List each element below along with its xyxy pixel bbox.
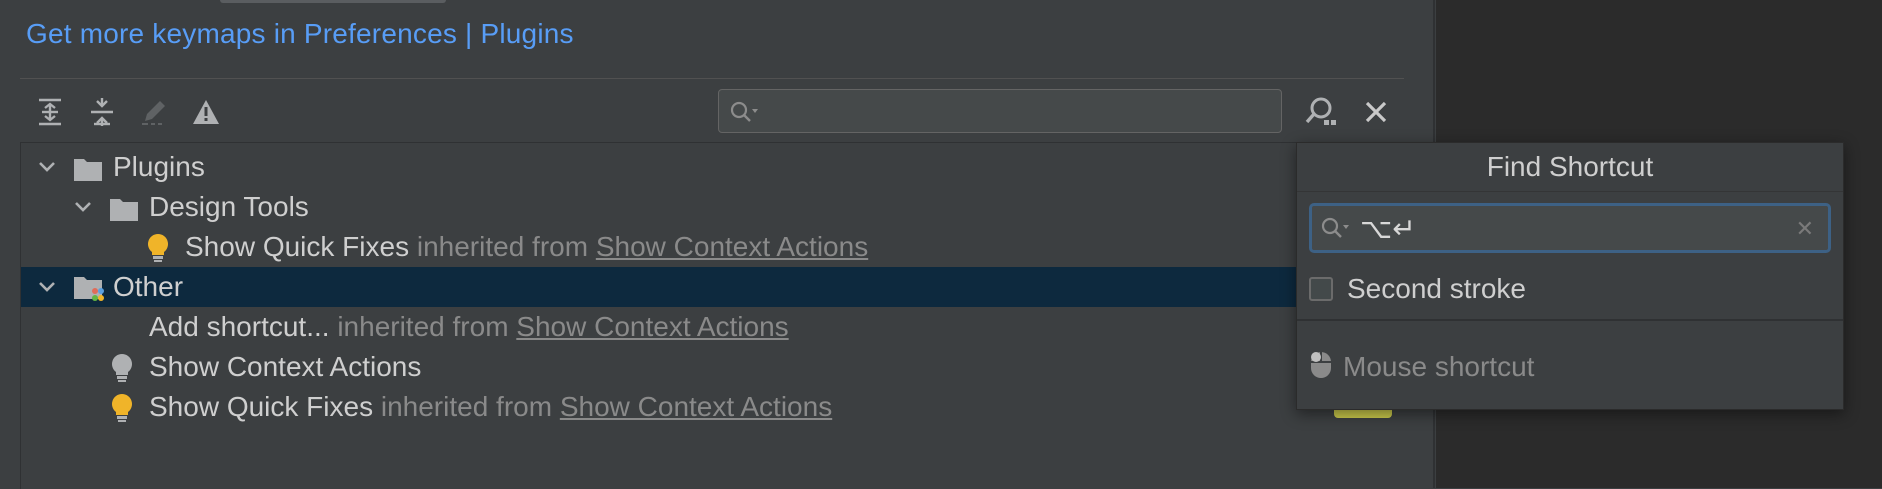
search-icon [729,100,759,129]
bulb-yellow-icon [145,233,175,262]
popup-title-separator [1297,191,1843,192]
find-shortcut-popup: Find Shortcut ⌥↵ ✕ Second stroke Mouse s… [1296,142,1844,410]
tree-row-other[interactable]: Other [21,267,1403,307]
second-stroke-row[interactable]: Second stroke [1309,269,1526,309]
shortcut-value: ⌥↵ [1360,212,1416,245]
tree-row-label: Show Quick Fixes [185,231,410,262]
inherited-link[interactable]: Show Context Actions [596,231,868,262]
tree-row-label: Plugins [113,151,205,182]
tree-row-label: Show Quick Fixes [149,391,374,422]
tree-row-label: Add shortcut... [149,311,330,342]
tree-row-show-quick-fixes-other[interactable]: Show Quick Fixes inherited from Show Con… [21,387,1403,427]
keymap-search-input[interactable] [718,89,1282,133]
inherited-link[interactable]: Show Context Actions [560,391,832,422]
top-scroll-stub [220,0,446,3]
bulb-yellow-icon [109,393,139,422]
clear-icon[interactable]: ✕ [1796,216,1814,242]
mouse-shortcut-row[interactable]: Mouse shortcut [1309,347,1534,387]
find-actions-by-shortcut-icon[interactable] [1304,94,1340,130]
popup-separator [1297,319,1843,321]
chevron-down-icon[interactable] [35,147,59,187]
inherited-text: inherited from [416,231,589,262]
edit-icon[interactable] [136,94,172,130]
tree-row-show-quick-fixes-design[interactable]: Show Quick Fixes inherited from Show Con… [21,227,1403,267]
second-stroke-label: Second stroke [1347,273,1526,304]
warning-icon[interactable] [188,94,224,130]
tree-row-plugins[interactable]: Plugins [21,147,1403,187]
chevron-down-icon[interactable] [35,267,59,307]
inherited-text: inherited from [380,391,553,422]
tree-row-add-shortcut[interactable]: Add shortcut... inherited from Show Cont… [21,307,1403,347]
expand-all-icon[interactable] [32,94,68,130]
tree-row-label: Design Tools [149,191,309,222]
inherited-text: inherited from [337,311,509,342]
collapse-all-icon[interactable] [84,94,120,130]
folder-icon [73,153,103,181]
second-stroke-checkbox[interactable] [1309,277,1333,301]
inherited-link[interactable]: Show Context Actions [516,311,788,342]
mouse-icon [1309,350,1333,385]
popup-title: Find Shortcut [1486,151,1654,182]
tree-row-label: Other [113,271,184,302]
keymap-tree[interactable]: Plugins Design Tools Show Quick Fixes in… [20,142,1403,489]
mouse-shortcut-label: Mouse shortcut [1343,351,1535,382]
chevron-down-icon[interactable] [71,187,95,227]
search-icon [1320,216,1350,245]
keymaps-link[interactable]: Get more keymaps in Preferences | Plugin… [26,18,574,50]
folder-other-icon [73,273,104,301]
close-icon[interactable] [1360,96,1392,128]
folder-icon [109,193,139,221]
header-separator [20,78,1404,79]
bulb-gray-icon [109,353,139,382]
tree-row-show-context-actions[interactable]: Show Context Actions [21,347,1403,387]
shortcut-input[interactable]: ⌥↵ ✕ [1309,203,1831,253]
tree-row-design-tools[interactable]: Design Tools [21,187,1403,227]
tree-row-label: Show Context Actions [149,351,422,382]
